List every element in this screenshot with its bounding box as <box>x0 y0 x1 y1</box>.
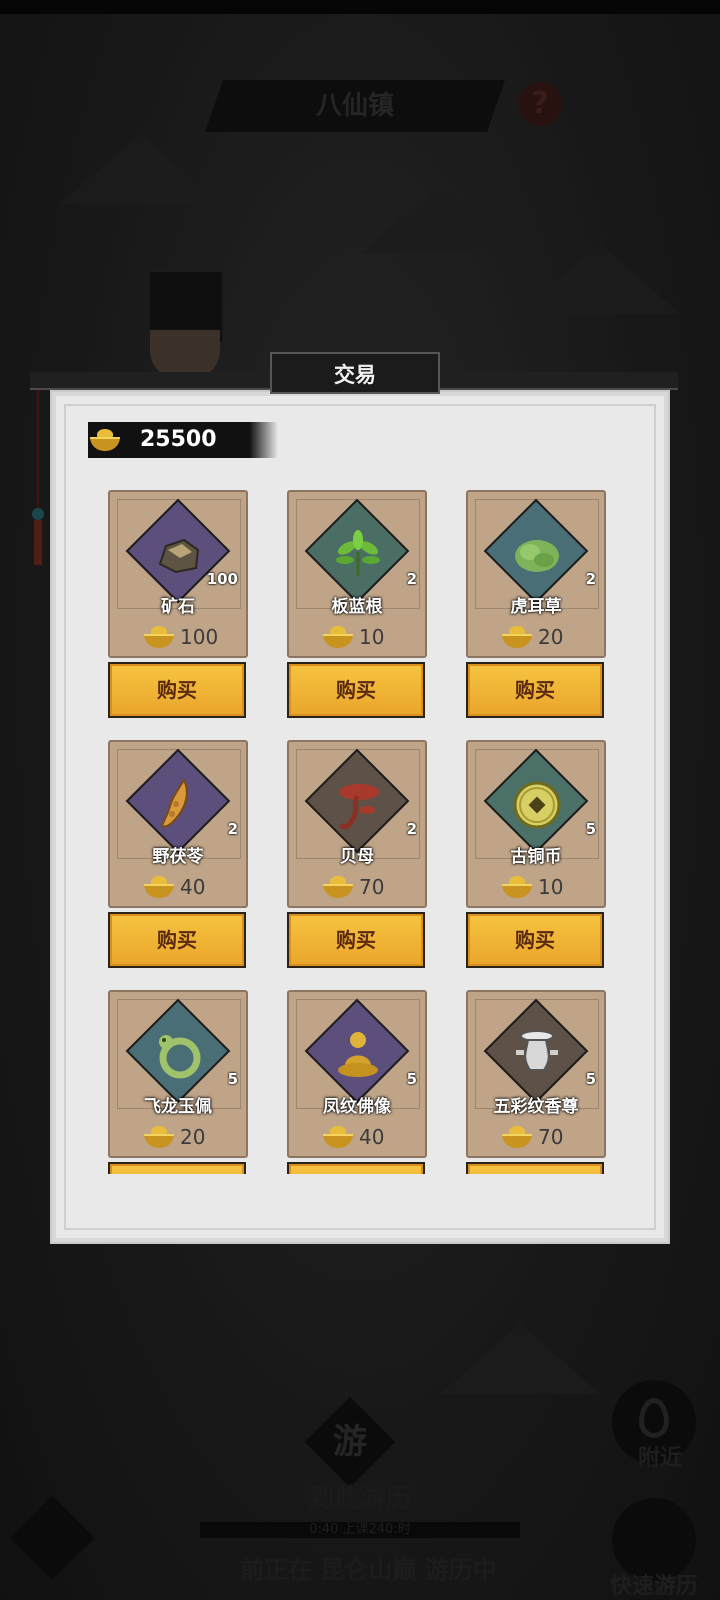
item-price: 40 <box>359 1125 385 1149</box>
item-card[interactable]: 5 五彩纹香尊 70 <box>466 990 606 1158</box>
item-price: 70 <box>359 875 385 899</box>
gold-ingot-icon <box>502 876 532 898</box>
root-icon <box>160 777 188 828</box>
coin-icon <box>513 781 561 829</box>
buy-button[interactable] <box>287 1162 425 1174</box>
gold-ingot-icon <box>90 429 120 451</box>
item-name: 五彩纹香尊 <box>493 1097 579 1117</box>
item-card[interactable]: 5 凤纹佛像 40 <box>287 990 427 1158</box>
mushroom-icon <box>338 784 379 830</box>
item-price: 10 <box>538 875 564 899</box>
vase-icon <box>516 1030 558 1071</box>
price-row: 40 <box>319 1124 419 1150</box>
item-card[interactable]: 2 虎耳草 20 <box>466 490 606 658</box>
item-name: 飞龙玉佩 <box>144 1097 212 1117</box>
item-name: 古铜币 <box>510 847 562 867</box>
item-price: 100 <box>180 625 219 649</box>
item-name: 野茯苓 <box>152 847 204 867</box>
buy-button[interactable] <box>108 1162 246 1174</box>
buy-button[interactable]: 购买 <box>287 662 425 718</box>
ore-icon <box>158 538 200 574</box>
item-name: 虎耳草 <box>510 597 562 617</box>
price-row: 70 <box>498 1124 598 1150</box>
status-bar <box>0 0 720 14</box>
item-card[interactable]: 5 古铜币 10 <box>466 740 606 908</box>
herb-plant-icon <box>336 530 380 576</box>
price-row: 20 <box>140 1124 240 1150</box>
gold-ingot-icon <box>144 1126 174 1148</box>
buy-button[interactable]: 购买 <box>466 662 604 718</box>
item-price: 10 <box>359 625 385 649</box>
item-name: 贝母 <box>340 847 374 867</box>
buy-button[interactable]: 购买 <box>108 662 246 718</box>
price-row: 20 <box>498 624 598 650</box>
item-grid[interactable]: 100 矿石 100 2 板蓝根 10 2 虎耳草 20 购买 购买 购买 2 … <box>72 478 642 1174</box>
gold-ingot-icon <box>323 626 353 648</box>
price-row: 40 <box>140 874 240 900</box>
leaf-icon <box>515 540 559 572</box>
price-row: 70 <box>319 874 419 900</box>
item-card[interactable]: 2 贝母 70 <box>287 740 427 908</box>
gold-ingot-icon <box>144 876 174 898</box>
item-price: 70 <box>538 1125 564 1149</box>
gold-ingot-icon <box>502 1126 532 1148</box>
buy-button[interactable]: 购买 <box>466 912 604 968</box>
item-card[interactable]: 5 飞龙玉佩 20 <box>108 990 248 1158</box>
item-name: 凤纹佛像 <box>323 1097 391 1117</box>
buy-button[interactable] <box>466 1162 604 1174</box>
dialog-title: 交易 <box>270 352 440 394</box>
gold-balance: 25500 <box>140 427 217 452</box>
buddha-statue-icon <box>338 1032 378 1077</box>
gold-ingot-icon <box>323 1126 353 1148</box>
item-card[interactable]: 2 板蓝根 10 <box>287 490 427 658</box>
item-card[interactable]: 2 野茯苓 40 <box>108 740 248 908</box>
item-name: 板蓝根 <box>331 597 383 617</box>
item-name: 矿石 <box>161 597 195 617</box>
item-price: 20 <box>538 625 564 649</box>
item-price: 40 <box>180 875 206 899</box>
price-row: 10 <box>498 874 598 900</box>
buy-button[interactable]: 购买 <box>287 912 425 968</box>
gold-ingot-icon <box>323 876 353 898</box>
price-row: 100 <box>140 624 240 650</box>
price-row: 10 <box>319 624 419 650</box>
gold-ingot-icon <box>144 626 174 648</box>
buy-button[interactable]: 购买 <box>108 912 246 968</box>
jade-dragon-icon <box>159 1035 201 1079</box>
item-price: 20 <box>180 1125 206 1149</box>
gold-ingot-icon <box>502 626 532 648</box>
item-card[interactable]: 100 矿石 100 <box>108 490 248 658</box>
